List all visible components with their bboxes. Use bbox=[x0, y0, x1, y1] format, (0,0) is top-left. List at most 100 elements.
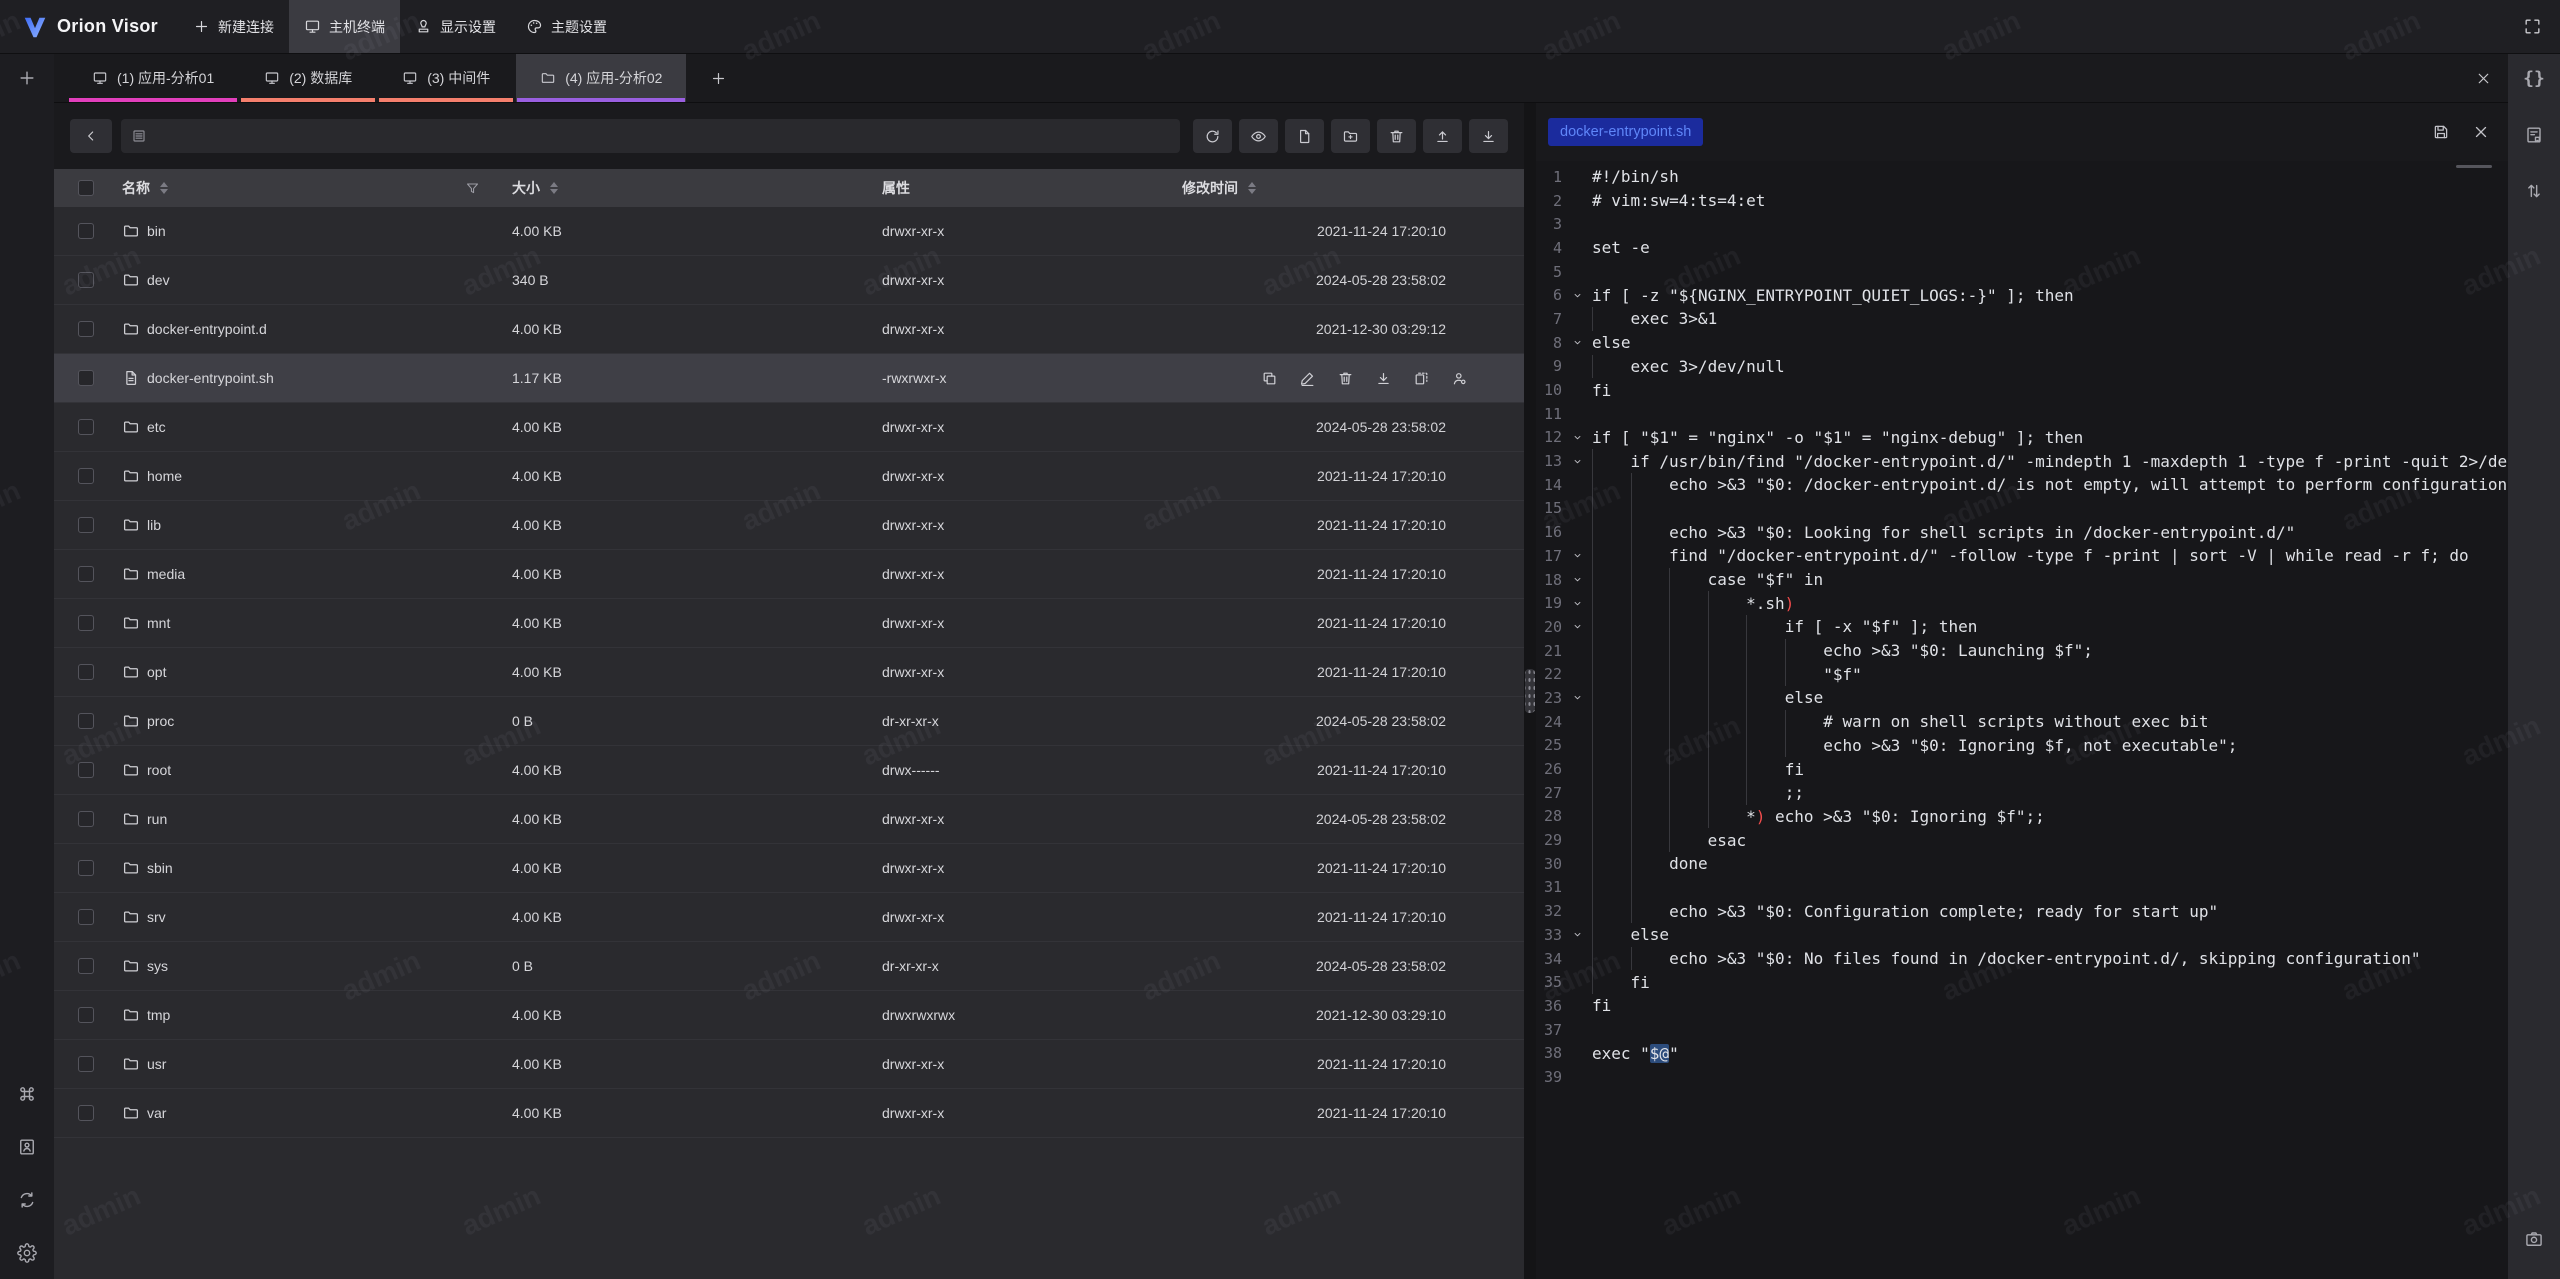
fold-chevron-icon[interactable] bbox=[1562, 289, 1592, 302]
file-row[interactable]: docker-entrypoint.d 4.00 KB drwxr-xr-x 2… bbox=[54, 305, 1524, 354]
fold-chevron-icon[interactable] bbox=[1562, 431, 1592, 444]
fold-chevron-icon[interactable] bbox=[1562, 455, 1592, 468]
file-row[interactable]: srv 4.00 KB drwxr-xr-x 2021-11-24 17:20:… bbox=[54, 893, 1524, 942]
user-contacts-button[interactable] bbox=[17, 1137, 37, 1157]
file-row[interactable]: sys 0 B dr-xr-xr-x 2024-05-28 23:58:02 bbox=[54, 942, 1524, 991]
row-checkbox[interactable] bbox=[78, 664, 94, 680]
fold-chevron-icon[interactable] bbox=[1562, 573, 1592, 586]
row-checkbox[interactable] bbox=[78, 419, 94, 435]
doc-snippet-button[interactable] bbox=[2524, 125, 2544, 145]
file-row[interactable]: root 4.00 KB drwx------ 2021-11-24 17:20… bbox=[54, 746, 1524, 795]
code-editor[interactable]: 1#!/bin/sh2# vim:sw=4:ts=4:et34set -e56i… bbox=[1536, 161, 2508, 1279]
sort-toggle[interactable] bbox=[160, 182, 168, 194]
code-line: 18case "$f" in bbox=[1536, 568, 2508, 592]
plus-icon bbox=[193, 18, 210, 35]
close-all-button[interactable] bbox=[2475, 54, 2508, 102]
file-row[interactable]: var 4.00 KB drwxr-xr-x 2021-11-24 17:20:… bbox=[54, 1089, 1524, 1138]
nav-item-host-terminal[interactable]: 主机终端 bbox=[289, 0, 400, 53]
new-file-button[interactable] bbox=[1285, 119, 1324, 153]
fold-chevron-icon[interactable] bbox=[1562, 620, 1592, 633]
row-checkbox[interactable] bbox=[78, 958, 94, 974]
fullscreen-button[interactable] bbox=[2523, 0, 2560, 53]
file-row[interactable]: proc 0 B dr-xr-xr-x 2024-05-28 23:58:02 bbox=[54, 697, 1524, 746]
file-row[interactable]: mnt 4.00 KB drwxr-xr-x 2021-11-24 17:20:… bbox=[54, 599, 1524, 648]
download-action[interactable] bbox=[1375, 370, 1392, 387]
row-checkbox[interactable] bbox=[78, 1007, 94, 1023]
fold-chevron-icon[interactable] bbox=[1562, 336, 1592, 349]
upload-button[interactable] bbox=[1423, 119, 1462, 153]
file-row[interactable]: opt 4.00 KB drwxr-xr-x 2021-11-24 17:20:… bbox=[54, 648, 1524, 697]
shortcut-keys-button[interactable] bbox=[17, 1084, 37, 1104]
settings-button[interactable] bbox=[17, 1243, 37, 1263]
sort-toggle[interactable] bbox=[1248, 182, 1256, 194]
row-checkbox[interactable] bbox=[78, 272, 94, 288]
move-action[interactable] bbox=[1413, 370, 1430, 387]
nav-item-new-connection[interactable]: 新建连接 bbox=[178, 0, 289, 53]
sync-button[interactable] bbox=[17, 1190, 37, 1210]
panel-resize-handle[interactable] bbox=[1525, 669, 1535, 713]
file-row[interactable]: docker-entrypoint.sh 1.17 KB -rwxrwxr-x bbox=[54, 354, 1524, 403]
permissions-action[interactable] bbox=[1451, 370, 1468, 387]
new-folder-button[interactable] bbox=[1331, 119, 1370, 153]
row-checkbox[interactable] bbox=[78, 713, 94, 729]
file-row[interactable]: bin 4.00 KB drwxr-xr-x 2021-11-24 17:20:… bbox=[54, 207, 1524, 256]
row-checkbox[interactable] bbox=[78, 860, 94, 876]
row-checkbox[interactable] bbox=[78, 370, 94, 386]
row-checkbox[interactable] bbox=[78, 615, 94, 631]
file-row[interactable]: usr 4.00 KB drwxr-xr-x 2021-11-24 17:20:… bbox=[54, 1040, 1524, 1089]
fold-chevron-icon[interactable] bbox=[1562, 549, 1592, 562]
line-number: 32 bbox=[1536, 902, 1562, 920]
line-number: 10 bbox=[1536, 381, 1562, 399]
file-modified: 2024-05-28 23:58:02 bbox=[1170, 713, 1524, 729]
row-checkbox[interactable] bbox=[78, 909, 94, 925]
save-button[interactable] bbox=[2426, 117, 2456, 147]
delete-action[interactable] bbox=[1337, 370, 1354, 387]
session-tab-1[interactable]: (1) 应用-分析01 bbox=[68, 54, 238, 102]
edit-action[interactable] bbox=[1299, 370, 1316, 387]
file-row[interactable]: lib 4.00 KB drwxr-xr-x 2021-11-24 17:20:… bbox=[54, 501, 1524, 550]
nav-item-theme-settings[interactable]: 主题设置 bbox=[511, 0, 622, 53]
session-tab-2[interactable]: (2) 数据库 bbox=[240, 54, 376, 102]
download-button[interactable] bbox=[1469, 119, 1508, 153]
file-row[interactable]: dev 340 B drwxr-xr-x 2024-05-28 23:58:02 bbox=[54, 256, 1524, 305]
fold-chevron-icon[interactable] bbox=[1562, 928, 1592, 941]
file-row[interactable]: home 4.00 KB drwxr-xr-x 2021-11-24 17:20… bbox=[54, 452, 1524, 501]
select-all-checkbox[interactable] bbox=[78, 180, 94, 196]
session-tab-4[interactable]: (4) 应用-分析02 bbox=[516, 54, 686, 102]
file-row[interactable]: tmp 4.00 KB drwxrwxrwx 2021-12-30 03:29:… bbox=[54, 991, 1524, 1040]
session-tab-3[interactable]: (3) 中间件 bbox=[378, 54, 514, 102]
fold-chevron-icon[interactable] bbox=[1562, 597, 1592, 610]
sort-lines-button[interactable] bbox=[2524, 181, 2544, 201]
row-checkbox[interactable] bbox=[78, 321, 94, 337]
row-checkbox[interactable] bbox=[78, 1056, 94, 1072]
sort-toggle[interactable] bbox=[550, 182, 558, 194]
file-row[interactable]: run 4.00 KB drwxr-xr-x 2024-05-28 23:58:… bbox=[54, 795, 1524, 844]
file-row[interactable]: sbin 4.00 KB drwxr-xr-x 2021-11-24 17:20… bbox=[54, 844, 1524, 893]
close-editor-button[interactable] bbox=[2466, 117, 2496, 147]
delete-button[interactable] bbox=[1377, 119, 1416, 153]
row-checkbox[interactable] bbox=[78, 223, 94, 239]
nav-item-display-settings[interactable]: 显示设置 bbox=[400, 0, 511, 53]
new-tab-button[interactable] bbox=[17, 68, 37, 88]
row-checkbox[interactable] bbox=[78, 517, 94, 533]
back-button[interactable] bbox=[70, 119, 112, 153]
row-checkbox[interactable] bbox=[78, 566, 94, 582]
preview-button[interactable] bbox=[1239, 119, 1278, 153]
copy-action[interactable] bbox=[1261, 370, 1278, 387]
row-checkbox[interactable] bbox=[78, 811, 94, 827]
refresh-button[interactable] bbox=[1193, 119, 1232, 153]
file-row[interactable]: media 4.00 KB drwxr-xr-x 2021-11-24 17:2… bbox=[54, 550, 1524, 599]
file-name: docker-entrypoint.d bbox=[147, 321, 267, 337]
file-row[interactable]: etc 4.00 KB drwxr-xr-x 2024-05-28 23:58:… bbox=[54, 403, 1524, 452]
path-input[interactable] bbox=[121, 119, 1180, 153]
row-checkbox[interactable] bbox=[78, 762, 94, 778]
row-checkbox[interactable] bbox=[78, 1105, 94, 1121]
fold-chevron-icon[interactable] bbox=[1562, 691, 1592, 704]
add-session-button[interactable] bbox=[688, 54, 749, 102]
screenshot-button[interactable] bbox=[2524, 1229, 2544, 1249]
row-checkbox[interactable] bbox=[78, 468, 94, 484]
file-name-cell: media bbox=[110, 565, 500, 583]
variables-button[interactable]: {} bbox=[2523, 69, 2545, 89]
filter-icon[interactable] bbox=[465, 181, 480, 196]
folder-icon bbox=[122, 418, 140, 436]
